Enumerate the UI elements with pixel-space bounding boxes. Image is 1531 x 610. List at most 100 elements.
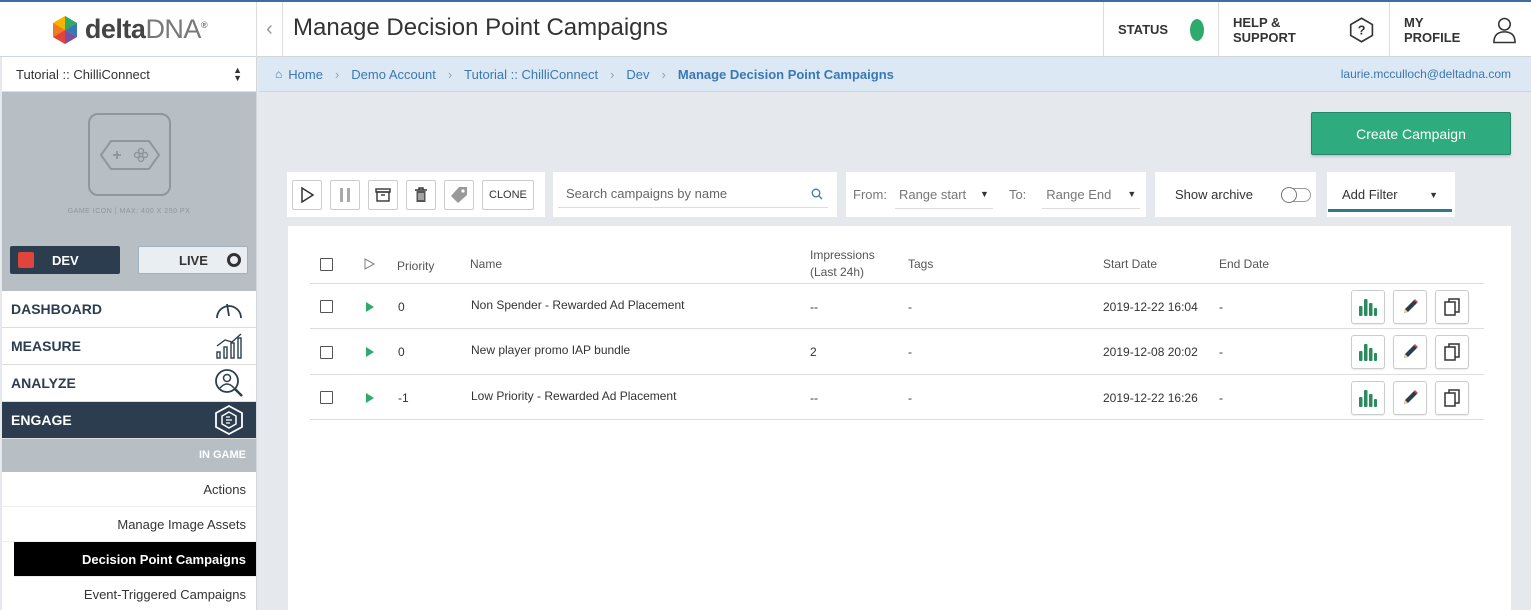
header-priority[interactable]: Priority [397,246,434,286]
select-all-checkbox[interactable] [320,257,333,271]
project-selector[interactable]: Tutorial :: ChilliConnect ▲ ▼ [2,57,256,92]
clone-button[interactable]: CLONE [482,179,534,210]
edit-button[interactable] [1393,380,1427,415]
collapse-sidebar-button[interactable]: ‹ [256,2,283,57]
edit-button[interactable] [1393,289,1427,324]
env-dev-button[interactable]: DEV [10,246,120,274]
nav-label: ANALYZE [11,375,76,391]
duplicate-button[interactable] [1435,335,1469,369]
archive-button[interactable] [368,179,398,210]
header-end-date[interactable]: End Date [1219,244,1269,284]
sub-item-manage-image-assets[interactable]: Manage Image Assets [2,507,256,542]
breadcrumb-project[interactable]: Tutorial :: ChilliConnect [464,67,598,82]
play-icon[interactable] [366,301,374,312]
header-start-date[interactable]: Start Date [1103,244,1157,284]
range-start-select[interactable]: Range start ▼ [894,181,993,209]
search-icon[interactable] [811,188,823,200]
breadcrumb-demo-account[interactable]: Demo Account [351,67,436,82]
show-archive-toggle[interactable] [1281,186,1312,203]
trash-icon [415,186,427,202]
sub-item-decision-point-campaigns[interactable]: Decision Point Campaigns [14,542,256,577]
breadcrumb-dev[interactable]: Dev [626,67,649,82]
game-icon-area[interactable]: GAME ICON | MAX: 400 X 250 PX [2,92,256,229]
env-live-button[interactable]: LIVE [138,246,248,274]
row-name[interactable]: New player promo IAP bundle [471,328,630,373]
section-header-in-game: IN GAME [2,439,256,472]
row-checkbox[interactable] [320,391,333,404]
sub-item-actions[interactable]: Actions [2,472,256,507]
row-impressions: -- [810,390,818,405]
date-range: From: Range start ▼ To: Range End ▼ [846,172,1146,217]
range-end-select[interactable]: Range End ▼ [1042,181,1141,209]
nav-label: ENGAGE [11,412,72,428]
select-all-cell [320,244,333,284]
row-name[interactable]: Low Priority - Rewarded Ad Placement [471,373,676,418]
range-start-value: Range start [898,186,967,202]
header-impressions[interactable]: Impressions (Last 24h) [810,244,875,284]
play-icon[interactable] [366,392,374,403]
nav-measure[interactable]: MEASURE [2,328,256,365]
row-checkbox[interactable] [320,300,333,313]
pencil-icon [1404,298,1418,313]
row-tags: - [908,390,912,405]
create-campaign-button[interactable]: Create Campaign [1311,112,1511,155]
search-input[interactable] [558,180,828,208]
top-nav: STATUS HELP & SUPPORT ? MY PROFILE [1103,2,1531,57]
row-end-date: - [1219,299,1223,314]
duplicate-button[interactable] [1435,380,1469,415]
row-tags: - [908,345,912,359]
user-email-link[interactable]: laurie.mcculloch@deltadna.com [1341,67,1511,81]
play-button[interactable] [292,179,322,210]
show-archive: Show archive [1155,172,1316,217]
logo[interactable]: deltaDNA® [2,2,256,57]
header-tags[interactable]: Tags [908,244,933,284]
stats-button[interactable] [1351,335,1385,369]
delete-button[interactable] [406,179,436,210]
bar-chart-icon [216,333,242,359]
stats-button[interactable] [1351,380,1385,415]
add-filter-select[interactable]: Add Filter ▼ [1328,180,1452,212]
table-row[interactable]: 0 Non Spender - Rewarded Ad Placement --… [310,284,1484,329]
deltadna-logo-icon [52,15,77,44]
pencil-icon [1404,389,1418,404]
sub-item-event-triggered-campaigns[interactable]: Event-Triggered Campaigns [2,577,256,610]
row-impressions: -- [810,299,818,314]
table-row[interactable]: -1 Low Priority - Rewarded Ad Placement … [310,375,1484,420]
stats-button[interactable] [1351,289,1385,324]
header-impressions-l1: Impressions [810,248,875,262]
table-row[interactable]: 0 New player promo IAP bundle 2 - 2019-1… [310,330,1484,375]
tag-button[interactable] [444,179,474,210]
status-menu[interactable]: STATUS [1103,2,1218,57]
row-checkbox[interactable] [320,345,333,359]
header-name[interactable]: Name [470,244,502,284]
gauge-icon [216,303,242,319]
play-icon[interactable] [366,347,374,357]
breadcrumb-home[interactable]: Home [288,67,323,82]
help-support-menu[interactable]: HELP & SUPPORT ? [1218,2,1389,57]
row-name[interactable]: Non Spender - Rewarded Ad Placement [471,282,684,327]
ring-icon [227,253,241,267]
caret-down-icon: ▼ [1127,189,1137,199]
copy-icon [1444,388,1460,407]
row-priority: 0 [398,299,405,314]
nav-dashboard[interactable]: DASHBOARD [2,291,256,328]
search-container [553,172,837,217]
row-start-date: 2019-12-22 16:04 [1103,299,1198,314]
chevron-right-icon: › [661,66,666,82]
tag-icon [451,186,467,203]
duplicate-button[interactable] [1435,289,1469,324]
nav-engage[interactable]: ENGAGE [2,402,256,439]
bar-chart-icon [1359,298,1377,316]
chevron-right-icon: › [447,66,453,82]
pause-button[interactable] [330,179,360,210]
edit-button[interactable] [1393,335,1427,369]
nav-analyze[interactable]: ANALYZE [2,365,256,402]
profile-menu[interactable]: MY PROFILE [1389,2,1531,57]
row-start-date: 2019-12-08 20:02 [1103,345,1198,359]
archive-icon [375,187,391,202]
breadcrumb: ⌂ Home › Demo Account › Tutorial :: Chil… [259,57,1531,92]
chevron-left-icon: ‹ [266,18,273,40]
row-end-date: - [1219,345,1223,359]
row-tags: - [908,299,912,314]
row-select-cell [320,284,333,329]
